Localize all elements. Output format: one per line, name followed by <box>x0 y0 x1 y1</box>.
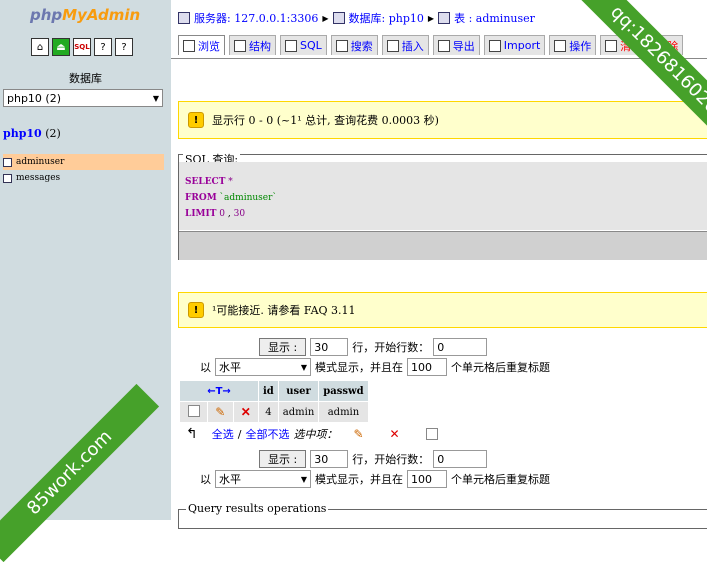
database-icon <box>332 12 345 24</box>
cell-user: admin <box>278 402 319 422</box>
docs-icon[interactable]: ? <box>94 38 112 56</box>
insert-icon <box>386 39 399 52</box>
home-icon[interactable]: ⌂ <box>31 38 49 56</box>
chevron-down-icon: ▼ <box>300 362 307 372</box>
repeat-headers-input[interactable]: 100 <box>407 358 447 376</box>
row-checkbox-cell[interactable] <box>180 402 208 422</box>
exit-icon[interactable]: ⏏ <box>52 38 70 56</box>
chevron-down-icon: ▼ <box>300 474 307 484</box>
rows-input[interactable]: 30 <box>310 450 349 468</box>
column-header-passwd[interactable]: passwd <box>319 381 368 401</box>
tab-insert[interactable]: 插入 <box>381 35 429 55</box>
tab-bar: 浏览 结构 SQL 搜索 插入 导出 Import 操作 清空 删除 <box>178 35 684 55</box>
table-icon <box>438 12 451 24</box>
import-icon <box>488 39 501 52</box>
tab-export[interactable]: 导出 <box>432 35 480 55</box>
cell-id: 4 <box>259 402 278 422</box>
export-icon[interactable] <box>425 428 438 440</box>
database-link-row: php10 (2) <box>3 127 61 140</box>
search-icon <box>335 39 348 52</box>
empty-icon <box>605 39 618 52</box>
browse-icon <box>183 39 195 52</box>
server-icon <box>178 12 190 24</box>
database-table-count: (2) <box>45 127 61 140</box>
start-row-input[interactable]: 0 <box>433 338 488 356</box>
sql-line-from: FROM `adminuser` <box>185 193 277 203</box>
tab-operations[interactable]: 操作 <box>549 35 597 55</box>
chevron-right-icon: ▶ <box>427 13 435 23</box>
phpmyadmin-logo[interactable]: phpMyAdmin <box>30 6 140 24</box>
results-table: ←T→ id user passwd ✎ ✕ 4 admin admin <box>179 380 369 423</box>
tab-import[interactable]: Import <box>483 35 546 55</box>
table-row: ✎ ✕ 4 admin admin <box>180 402 368 422</box>
tab-divider <box>171 58 707 59</box>
breadcrumb-server[interactable]: 服务器: 127.0.0.1:3306 <box>194 10 318 26</box>
result-notice: ! 显示行 0 - 0 (~1¹ 总计, 查询花费 0.0003 秒) <box>178 101 707 139</box>
help-icon[interactable]: ? <box>115 38 133 56</box>
edit-cell[interactable]: ✎ <box>208 402 233 422</box>
sql-icon <box>285 39 297 52</box>
breadcrumb-table[interactable]: 表 : adminuser <box>454 10 535 26</box>
selection-actions: ↰ 全选 / 全部不选 选中项： ✎ ✕ <box>186 426 438 442</box>
breadcrumb-database[interactable]: 数据库: php10 <box>349 10 424 26</box>
column-header-id[interactable]: id <box>259 381 278 401</box>
sql-line-limit: LIMIT 0 , 30 <box>185 209 246 219</box>
with-selected-label: 选中项： <box>293 428 338 441</box>
pencil-icon[interactable]: ✎ <box>215 405 225 419</box>
tab-structure[interactable]: 结构 <box>229 35 276 55</box>
nav-table-item[interactable]: messages <box>3 170 164 186</box>
delete-cell[interactable]: ✕ <box>233 402 258 422</box>
paging-row-top: 显示 : 30 行，开始行数： 0 <box>259 338 488 356</box>
breadcrumb: 服务器: 127.0.0.1:3306 ▶ 数据库: php10 ▶ 表 : a… <box>178 10 535 26</box>
column-header-user[interactable]: user <box>278 381 319 401</box>
show-button[interactable]: 显示 : <box>259 338 307 356</box>
nav-table-item[interactable]: adminuser <box>3 154 164 170</box>
sql-window-icon[interactable]: SQL <box>73 38 91 56</box>
database-select[interactable]: php10 (2) ▼ <box>3 89 163 107</box>
show-button[interactable]: 显示 : <box>259 450 307 468</box>
chevron-down-icon: ▼ <box>152 94 159 103</box>
warning-icon: ! <box>188 302 204 318</box>
mode-row-bottom: 以 水平 ▼ 模式显示，并且在 100 个单元格后重复标题 <box>200 470 550 488</box>
select-none-link[interactable]: 全部不选 <box>245 426 289 442</box>
select-all-link[interactable]: 全选 <box>212 426 234 442</box>
chevron-right-icon: ▶ <box>322 13 329 23</box>
row-checkbox[interactable] <box>187 404 200 417</box>
arrow-up-left-icon: ↰ <box>186 426 198 442</box>
pencil-icon[interactable]: ✎ <box>353 427 363 441</box>
start-row-input[interactable]: 0 <box>433 450 488 468</box>
display-mode-select[interactable]: 水平 ▼ <box>215 470 311 488</box>
column-resize-arrows[interactable]: ←T→ <box>180 381 258 401</box>
warning-icon: ! <box>188 112 204 128</box>
sql-query-toolbar <box>179 231 707 260</box>
export-icon <box>437 39 450 52</box>
rows-input[interactable]: 30 <box>310 338 349 356</box>
delete-icon[interactable]: ✕ <box>241 405 251 419</box>
query-ops-legend: Query results operations <box>186 502 329 515</box>
cell-passwd: admin <box>319 402 368 422</box>
table-icon[interactable] <box>3 173 12 183</box>
delete-icon[interactable]: ✕ <box>390 427 400 441</box>
tab-search[interactable]: 搜索 <box>330 35 378 55</box>
sql-line-select: SELECT * <box>185 177 233 187</box>
structure-icon <box>234 39 246 52</box>
paging-row-bottom: 显示 : 30 行，开始行数： 0 <box>259 450 488 468</box>
mode-row-top: 以 水平 ▼ 模式显示，并且在 100 个单元格后重复标题 <box>200 358 550 376</box>
tab-sql[interactable]: SQL <box>280 35 327 55</box>
nav-toolbar: ⌂ ⏏ SQL ? ? <box>31 38 133 56</box>
approx-notice: ! ¹可能接近. 请参看 FAQ 3.11 <box>178 292 707 328</box>
database-label: 数据库 <box>69 72 102 85</box>
wrench-icon <box>554 39 567 52</box>
tab-browse[interactable]: 浏览 <box>178 35 225 55</box>
repeat-headers-input[interactable]: 100 <box>407 470 447 488</box>
display-mode-select[interactable]: 水平 ▼ <box>215 358 311 376</box>
database-link[interactable]: php10 <box>3 127 42 140</box>
table-icon[interactable] <box>3 157 12 167</box>
table-header-row: ←T→ id user passwd <box>180 381 368 401</box>
